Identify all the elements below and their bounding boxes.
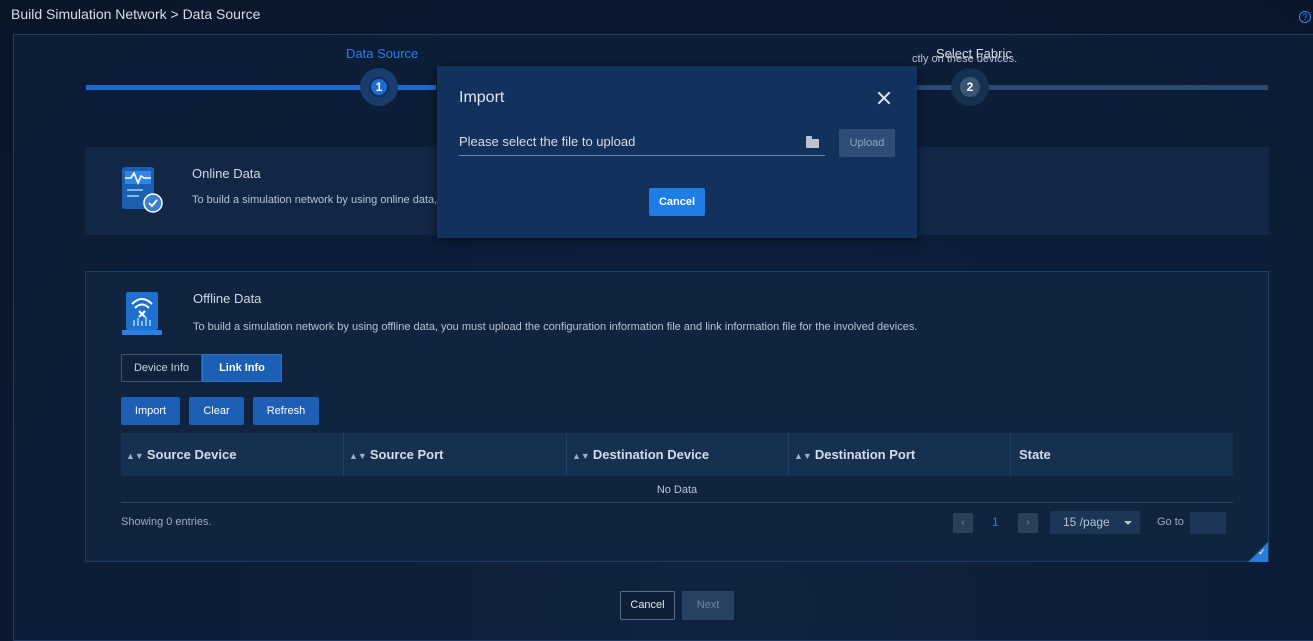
online-data-desc: To build a simulation network by using o… <box>192 194 447 206</box>
clear-button[interactable]: Clear <box>189 397 244 425</box>
column-label: Destination Port <box>814 447 916 462</box>
next-button[interactable]: Next <box>682 591 734 620</box>
page-size-label: 15 /page <box>1063 515 1110 529</box>
dialog-title: Import <box>459 89 505 106</box>
breadcrumb: Build Simulation Network > Data Source <box>11 6 261 22</box>
goto-label: Go to <box>1157 516 1184 528</box>
file-select-field[interactable]: Please select the file to upload <box>459 129 825 156</box>
folder-icon[interactable] <box>806 136 819 148</box>
cancel-button[interactable]: Cancel <box>620 591 675 620</box>
online-data-title: Online Data <box>192 166 261 181</box>
file-select-placeholder: Please select the file to upload <box>459 134 636 149</box>
offline-data-desc: To build a simulation network by using o… <box>193 321 918 333</box>
prev-page-button[interactable]: ‹ <box>953 513 973 533</box>
offline-data-icon <box>121 290 167 343</box>
import-button[interactable]: Import <box>121 397 180 425</box>
offline-data-title: Offline Data <box>193 291 262 306</box>
chevron-down-icon <box>1124 521 1132 525</box>
page-size-select[interactable]: 15 /page <box>1050 511 1140 534</box>
sort-icon[interactable]: ▲▼ <box>572 451 590 461</box>
table-header: ▲▼ Source Device ▲▼ Source Port ▲▼ Destinat… <box>121 433 1233 476</box>
column-source-device[interactable]: ▲▼ Source Device <box>121 433 344 476</box>
column-destination-device[interactable]: ▲▼ Destination Device <box>567 433 789 476</box>
current-page[interactable]: 1 <box>992 515 999 529</box>
dialog-cancel-button[interactable]: Cancel <box>649 188 705 216</box>
column-label: Source Port <box>369 447 444 462</box>
column-label: State <box>1019 447 1051 462</box>
step-1-circle: 1 <box>360 68 398 106</box>
goto-page-input[interactable] <box>1190 512 1226 534</box>
column-destination-port[interactable]: ▲▼ Destination Port <box>789 433 1011 476</box>
step-2-circle: 2 <box>951 68 989 106</box>
column-state: State <box>1011 433 1233 476</box>
check-icon: ✓ <box>1258 547 1266 557</box>
tab-link-info[interactable]: Link Info <box>202 354 282 382</box>
column-label: Source Device <box>146 447 237 462</box>
refresh-button[interactable]: Refresh <box>253 397 319 425</box>
step-2-number: 2 <box>960 77 980 97</box>
step-1-number: 1 <box>369 77 389 97</box>
upload-button[interactable]: Upload <box>839 129 895 157</box>
column-source-port[interactable]: ▲▼ Source Port <box>344 433 567 476</box>
sort-icon[interactable]: ▲▼ <box>794 451 812 461</box>
online-data-desc-tail: ctly on these devices. <box>912 53 1018 65</box>
next-page-button[interactable]: › <box>1018 513 1038 533</box>
help-icon[interactable]: ? <box>1299 11 1311 23</box>
entries-count: Showing 0 entries. <box>121 516 212 528</box>
column-label: Destination Device <box>592 447 710 462</box>
tab-device-info[interactable]: Device Info <box>121 354 202 382</box>
step-1-title: Data Source <box>346 46 419 61</box>
sort-icon[interactable]: ▲▼ <box>349 451 367 461</box>
sort-icon[interactable]: ▲▼ <box>126 451 144 461</box>
close-icon[interactable] <box>877 91 891 105</box>
table-empty-message: No Data <box>121 478 1233 503</box>
import-dialog: Import Please select the file to upload … <box>437 66 917 238</box>
online-data-icon <box>120 165 166 222</box>
